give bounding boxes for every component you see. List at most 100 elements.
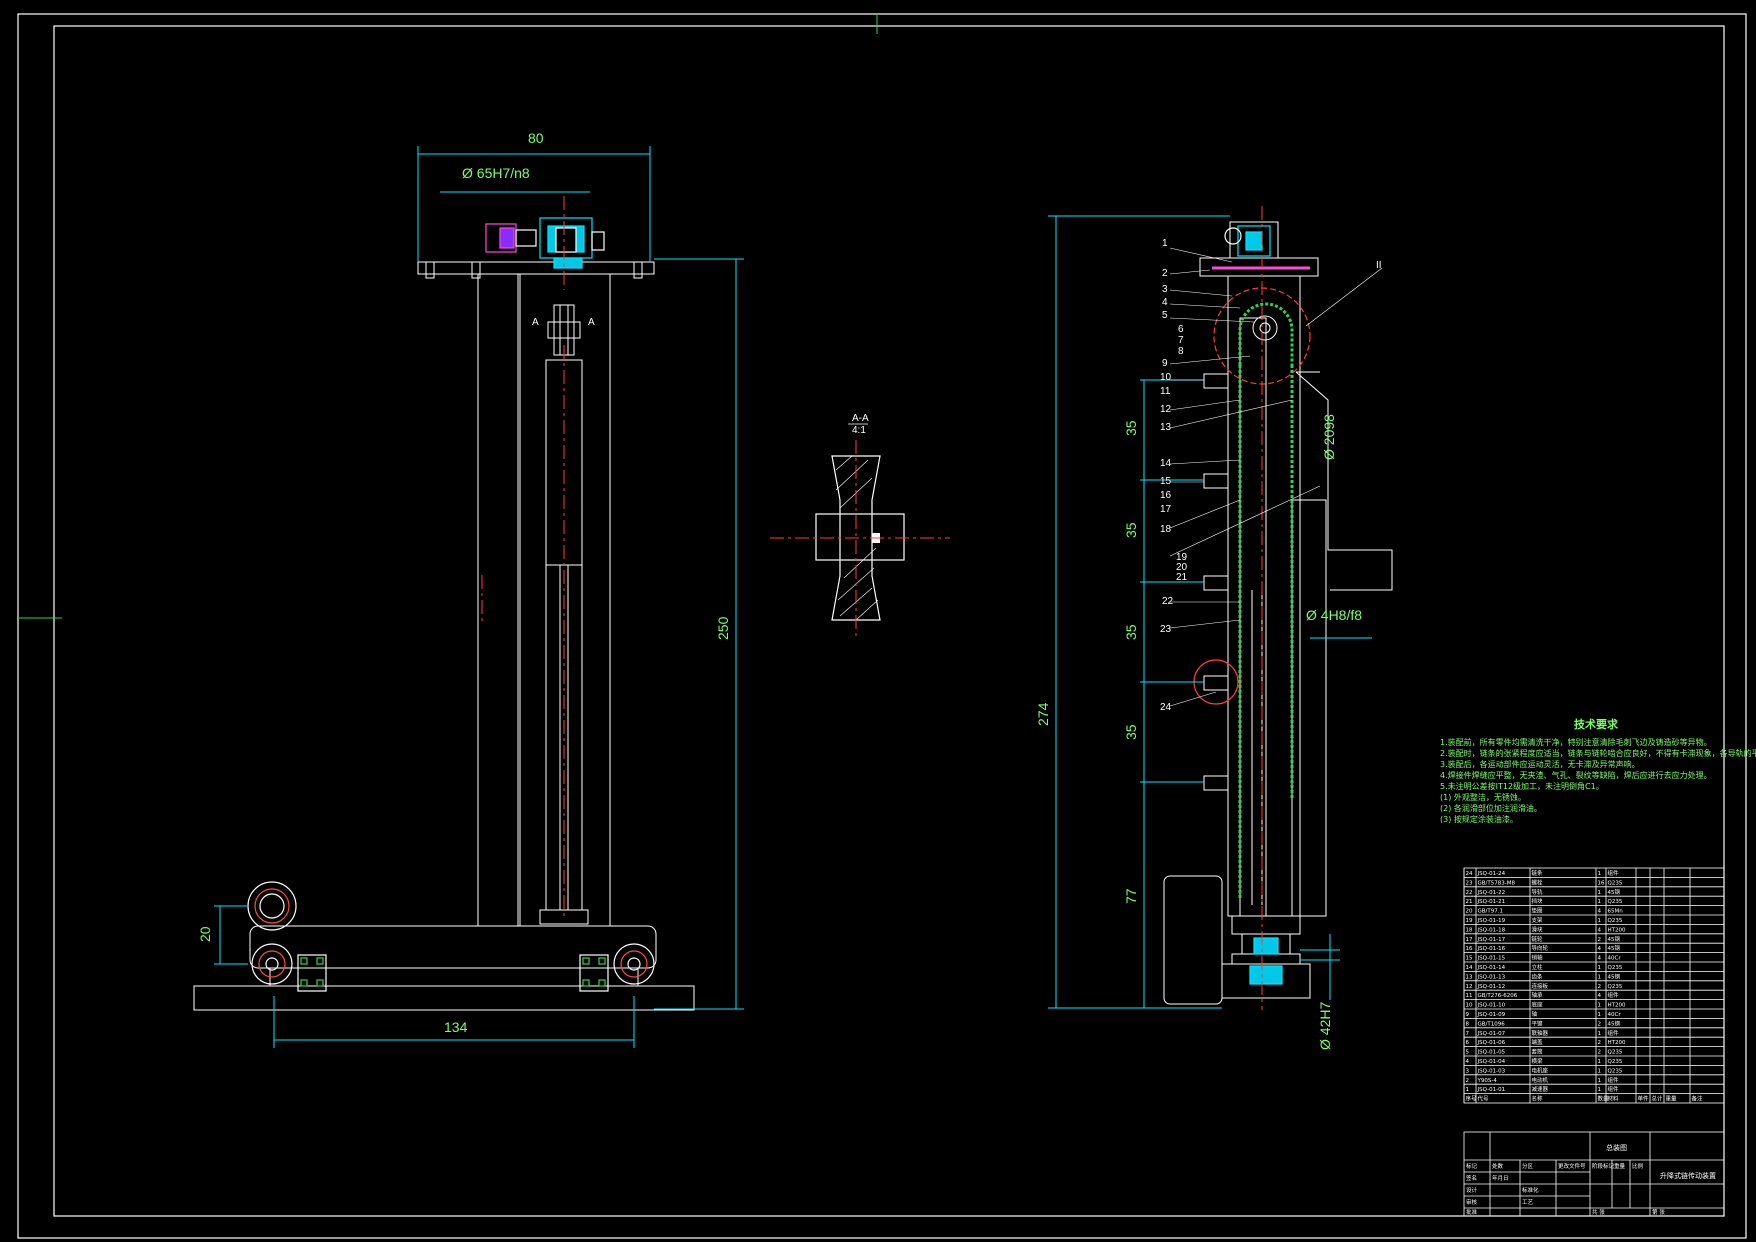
sign-label: 标记	[1466, 1162, 1478, 1170]
bom-cell: JSQ-01-12	[1477, 984, 1506, 990]
bom-cell: Q235	[1608, 965, 1623, 971]
bom-cell: 链轮	[1532, 935, 1544, 943]
bom-cell: JSQ-01-21	[1477, 899, 1506, 905]
sign-label: 重量	[1614, 1162, 1626, 1170]
bom-cell: JSQ-01-15	[1477, 956, 1506, 962]
bom-cell: JSQ-01-17	[1477, 937, 1506, 943]
leader-3: 3	[1162, 284, 1168, 295]
bom-cell: 1	[1466, 1087, 1470, 1093]
tech-line-2: 2.装配时，链条的张紧程度应适当，链条与链轮啮合应良好，不得有卡滞现象，各导轨的…	[1440, 748, 1756, 758]
bom-cell: JSQ-01-18	[1477, 927, 1506, 933]
bom-cell: 18	[1466, 927, 1473, 933]
bom-cell: JSQ-01-13	[1477, 974, 1506, 980]
bom-cell: 14	[1466, 965, 1473, 971]
bom-header: 单件	[1638, 1095, 1650, 1103]
leader-15: 15	[1160, 476, 1172, 487]
sign-label: 第 张	[1652, 1208, 1665, 1216]
bom-cell: JSQ-01-10	[1477, 1003, 1506, 1009]
leader-21: 21	[1176, 572, 1188, 583]
bom-cell: Y90S-4	[1477, 1078, 1498, 1084]
bom-cell: JSQ-01-01	[1477, 1087, 1506, 1093]
sign-label: 共 张	[1592, 1208, 1605, 1216]
side-pitch-1: 35	[1123, 420, 1139, 436]
front-height: 250	[715, 616, 731, 640]
front-section-mark-right: A	[588, 317, 595, 328]
bom-cell: 2	[1598, 1040, 1602, 1046]
sign-label: 标准化	[1522, 1186, 1539, 1194]
tech-line-3: 3.装配后，各运动部件应运动灵活，无卡滞及异常声响。	[1440, 759, 1640, 769]
bom-cell: JSQ-01-05	[1477, 1050, 1506, 1056]
leader-4: 4	[1162, 297, 1168, 308]
bom-cell: 电机座	[1532, 1066, 1549, 1074]
section-scale: 4:1	[852, 425, 866, 436]
bom-cell: 11	[1466, 993, 1473, 999]
bom-cell: JSQ-01-16	[1477, 946, 1506, 952]
bom-cell: 1	[1598, 1087, 1602, 1093]
leader-24: 24	[1160, 702, 1172, 713]
bom-cell: HT200	[1608, 1040, 1626, 1046]
tech-line-7: (2) 各润滑部位加注润滑油。	[1440, 803, 1542, 813]
bom-cell: 组件	[1608, 1076, 1620, 1084]
bom-cell: 组件	[1608, 1085, 1620, 1093]
bom-cell: 16	[1466, 946, 1473, 952]
bom-cell: 7	[1466, 1031, 1470, 1037]
bom-cell: 45钢	[1608, 944, 1621, 952]
bom-cell: 1	[1598, 1059, 1602, 1065]
detail-label: II	[1376, 260, 1382, 271]
bom-header: 重量	[1666, 1095, 1678, 1103]
bom-cell: 1	[1598, 1068, 1602, 1074]
bom-cell: 1	[1598, 1003, 1602, 1009]
sign-label: 设计	[1466, 1186, 1478, 1194]
tech-line-8: (3) 按规定涂装油漆。	[1440, 814, 1518, 824]
bom-cell: 9	[1466, 1012, 1470, 1018]
bom-cell: 销轴	[1532, 954, 1544, 962]
leader-23: 23	[1160, 624, 1172, 635]
bom-cell: 1	[1598, 1031, 1602, 1037]
front-shaft-fit: Ø 65H7/n8	[462, 165, 530, 181]
leader-7: 7	[1178, 335, 1184, 346]
bom-header: 名称	[1532, 1095, 1544, 1103]
bom-cell: Q235	[1608, 880, 1623, 886]
bom-cell: 导向轮	[1532, 944, 1549, 952]
leader-5: 5	[1162, 310, 1168, 321]
bom-header: 序号	[1466, 1095, 1478, 1103]
bom-cell: Q235	[1608, 918, 1623, 924]
bom-cell: 2	[1598, 984, 1602, 990]
leader-11: 11	[1160, 386, 1171, 397]
bom-cell: 22	[1466, 890, 1473, 896]
drawing-title: 总装图	[1606, 1143, 1627, 1152]
leader-22: 22	[1162, 596, 1174, 607]
sign-label: 阶段标记	[1592, 1162, 1615, 1170]
bom-cell: 组件	[1608, 991, 1620, 999]
leader-9: 9	[1162, 358, 1168, 369]
bom-cell: 4	[1598, 909, 1602, 915]
bom-cell: JSQ-01-03	[1477, 1068, 1506, 1074]
leader-6: 6	[1178, 324, 1184, 335]
bom-cell: 65Mn	[1608, 909, 1624, 915]
side-overall-height: 274	[1035, 702, 1051, 726]
bom-cell: HT200	[1608, 927, 1626, 933]
bom-cell: 20	[1466, 909, 1473, 915]
bom-cell: 4	[1598, 946, 1602, 952]
bom-cell: 40Cr	[1608, 1012, 1622, 1018]
leader-8: 8	[1178, 346, 1184, 357]
bom-cell: 组件	[1608, 1029, 1620, 1037]
bom-header: 代号	[1478, 1095, 1490, 1103]
bom-cell: JSQ-01-19	[1477, 918, 1506, 924]
bom-cell: 1	[1598, 1078, 1602, 1084]
bom-cell: 4	[1598, 956, 1602, 962]
bom-cell: 10	[1466, 1003, 1473, 1009]
bom-cell: 2	[1598, 1050, 1602, 1056]
bom-cell: 3	[1466, 1068, 1470, 1074]
leader-17: 17	[1160, 504, 1172, 515]
bom-cell: Q235	[1608, 984, 1623, 990]
sign-label: 签名	[1466, 1174, 1477, 1182]
bom-cell: 1	[1598, 890, 1602, 896]
bom-cell: 45钢	[1608, 935, 1621, 943]
sign-label: 批准	[1466, 1208, 1478, 1216]
bom-cell: GB/T97.1	[1478, 909, 1504, 915]
bom-cell: 螺栓	[1532, 878, 1544, 886]
bom-cell: 8	[1466, 1021, 1470, 1027]
bom-cell: 套筒	[1532, 1048, 1544, 1056]
bom-cell: JSQ-01-22	[1477, 890, 1506, 896]
